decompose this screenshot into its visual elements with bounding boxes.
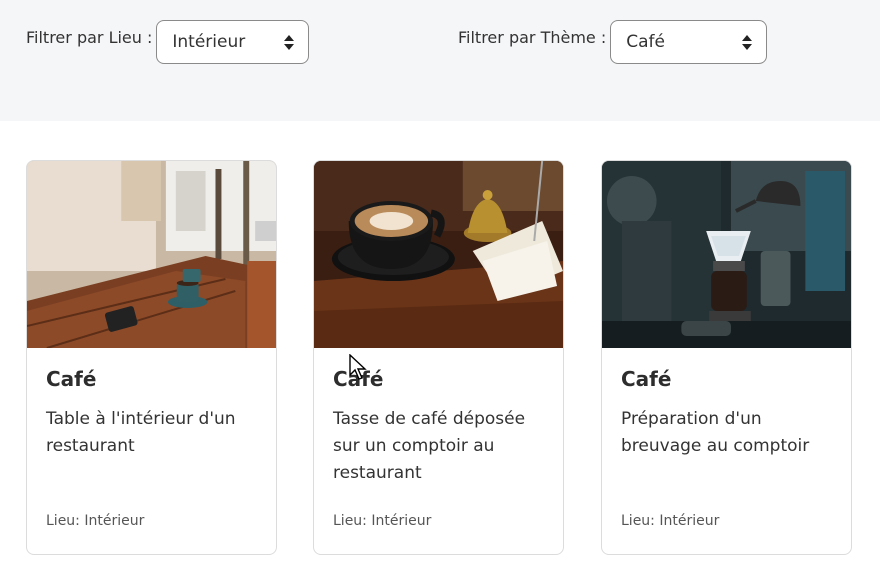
card-title: Café [46, 367, 97, 391]
select-arrows-icon [284, 35, 295, 51]
restaurant-table-photo[interactable] [27, 161, 276, 348]
coffee-cup-photo[interactable] [314, 161, 563, 348]
photo-card[interactable]: Café Préparation d'un breuvage au compto… [601, 160, 852, 555]
card-location: Lieu: Intérieur [333, 513, 432, 529]
photo-card[interactable]: Café Table à l'intérieur d'un restaurant… [26, 160, 277, 555]
card-description: Préparation d'un breuvage au comptoir [621, 409, 810, 456]
card-title: Café [621, 367, 672, 391]
filter-theme-select[interactable]: Café [610, 20, 768, 64]
mouse-cursor-icon [349, 354, 367, 380]
select-arrows-icon [742, 35, 753, 51]
filter-lieu-value: Intérieur [172, 32, 246, 52]
filter-theme-group: Filtrer par Thème : Café [458, 20, 768, 64]
card-description: Tasse de café déposée sur un comptoir au… [333, 409, 526, 483]
card-location: Lieu: Intérieur [621, 513, 720, 529]
card-description: Table à l'intérieur d'un restaurant [46, 409, 236, 456]
card-location: Lieu: Intérieur [46, 513, 145, 529]
filter-theme-label: Filtrer par Thème : [458, 28, 607, 47]
filter-lieu-select[interactable]: Intérieur [156, 20, 310, 64]
filter-bar: Filtrer par Lieu : Intérieur Filtrer par… [0, 0, 880, 121]
filter-lieu-label: Filtrer par Lieu : [26, 28, 153, 47]
pour-over-coffee-photo[interactable] [602, 161, 851, 348]
filter-lieu-group: Filtrer par Lieu : Intérieur [26, 20, 310, 64]
filter-theme-value: Café [626, 32, 665, 52]
